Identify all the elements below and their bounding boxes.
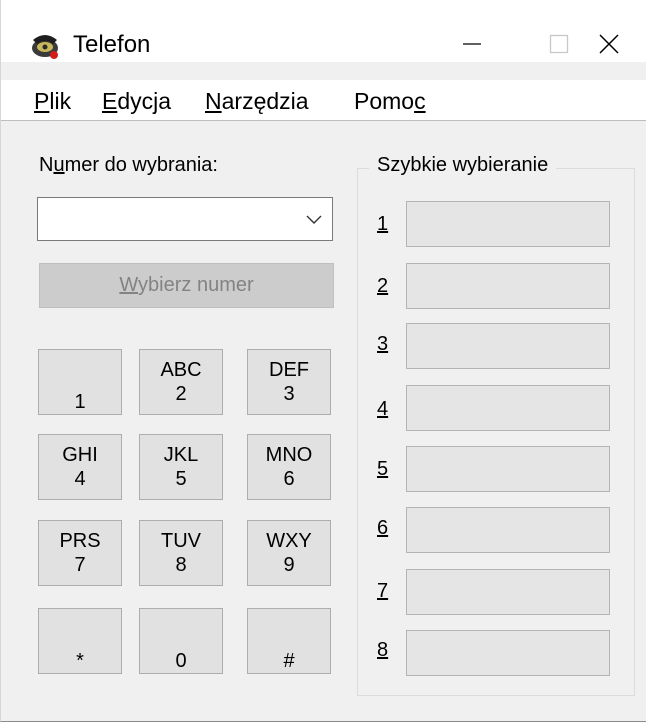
speed-dial-number-6: 6 bbox=[377, 517, 389, 539]
menu-bar: Plik Edycja Narzędzia Pomoc bbox=[1, 80, 646, 121]
key-6[interactable]: MNO 6 bbox=[247, 434, 331, 500]
close-icon[interactable] bbox=[581, 24, 637, 64]
title-bar[interactable]: Telefon bbox=[1, 0, 646, 62]
key-0[interactable]: 0 bbox=[139, 608, 223, 674]
key-3[interactable]: DEF 3 bbox=[247, 349, 331, 415]
speed-dial-number-1: 1 bbox=[377, 213, 389, 235]
speed-dial-button-3[interactable] bbox=[406, 323, 610, 369]
chevron-down-icon[interactable] bbox=[306, 212, 322, 224]
speed-dial-number-3: 3 bbox=[377, 333, 389, 355]
menu-narzedzia[interactable]: Narzędzia bbox=[203, 86, 311, 116]
key-4[interactable]: GHI 4 bbox=[38, 434, 122, 500]
key-8[interactable]: TUV 8 bbox=[139, 520, 223, 586]
number-combobox[interactable] bbox=[37, 197, 333, 241]
key-1[interactable]: 1 bbox=[38, 349, 122, 415]
window-title: Telefon bbox=[73, 31, 151, 58]
key-7[interactable]: PRS 7 bbox=[38, 520, 122, 586]
speed-dial-button-6[interactable] bbox=[406, 507, 610, 553]
speed-dial-number-8: 8 bbox=[377, 639, 389, 661]
telefon-window: Telefon Plik Edycja Narzędzia Pomoc Nume… bbox=[0, 0, 646, 722]
speed-dial-number-5: 5 bbox=[377, 458, 389, 480]
speed-dial-button-5[interactable] bbox=[406, 446, 610, 492]
key-9[interactable]: WXY 9 bbox=[247, 520, 331, 586]
speed-dial-button-7[interactable] bbox=[406, 569, 610, 615]
speed-dial-button-8[interactable] bbox=[406, 630, 610, 676]
telephone-icon bbox=[29, 28, 61, 60]
maximize-icon[interactable] bbox=[531, 24, 587, 64]
speed-dial-number-2: 2 bbox=[377, 275, 389, 297]
key-5[interactable]: JKL 5 bbox=[139, 434, 223, 500]
number-to-dial-label: Numer do wybrania: bbox=[39, 154, 218, 176]
key-2[interactable]: ABC 2 bbox=[139, 349, 223, 415]
minimize-icon[interactable] bbox=[444, 24, 500, 64]
key-hash[interactable]: # bbox=[247, 608, 331, 674]
speed-dial-button-1[interactable] bbox=[406, 201, 610, 247]
speed-dial-number-4: 4 bbox=[377, 398, 389, 420]
speed-dial-number-7: 7 bbox=[377, 580, 389, 602]
menu-plik[interactable]: Plik bbox=[32, 86, 73, 116]
speed-dial-title: Szybkie wybieranie bbox=[369, 152, 557, 178]
speed-dial-button-2[interactable] bbox=[406, 263, 610, 309]
dial-number-button[interactable]: Wybierz numer bbox=[39, 263, 334, 308]
key-star[interactable]: * bbox=[38, 608, 122, 674]
speed-dial-button-4[interactable] bbox=[406, 385, 610, 431]
menu-edycja[interactable]: Edycja bbox=[100, 86, 173, 116]
speed-dial-group bbox=[357, 168, 635, 696]
menu-pomoc[interactable]: Pomoc bbox=[352, 86, 428, 116]
